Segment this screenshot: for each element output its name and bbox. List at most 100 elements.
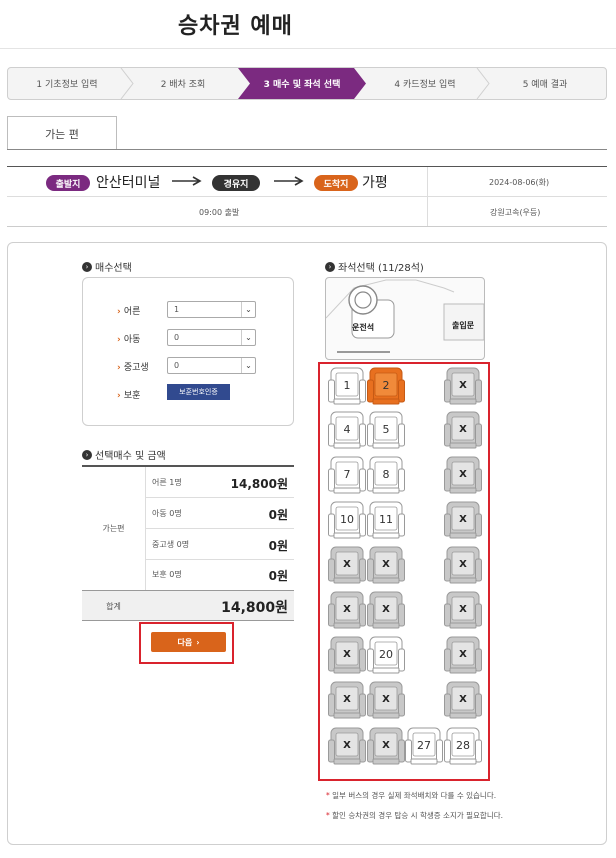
fare-direction: 가는편 [102, 524, 125, 533]
step-4: 4 카드정보 입력 [394, 80, 456, 90]
seat-number: 27 [417, 738, 431, 752]
route-column-divider [427, 167, 428, 226]
seat-unavailable: X [444, 545, 482, 585]
seat-unavailable: X [444, 500, 482, 540]
seat-number: 2 [382, 378, 390, 392]
page-title: 승차권 예매 [178, 14, 293, 39]
seat-available[interactable]: 28 [444, 726, 482, 766]
seat-unavailable: X [328, 545, 366, 585]
seat-available[interactable]: 1 [328, 366, 366, 406]
seat-available[interactable]: 20 [367, 635, 405, 675]
via-badge: 경유지 [212, 175, 260, 191]
seat-available[interactable]: 8 [367, 455, 405, 495]
seat-number: X [343, 739, 351, 751]
adult-label: 어른 [117, 304, 141, 317]
seat-number: 20 [379, 647, 393, 661]
seat-unavailable: X [444, 680, 482, 720]
seat-section-title: › 좌석선택 (11/28석) [325, 259, 424, 274]
seat-unavailable: X [328, 726, 366, 766]
seat-unavailable: X [444, 455, 482, 495]
fare-total-label: 합계 [106, 602, 121, 611]
seat-number: X [343, 693, 351, 705]
student-count-select[interactable]: 0 ⌄ [167, 357, 256, 374]
seat-number: X [343, 558, 351, 570]
door-label: 출입문 [452, 321, 475, 330]
departure-date: 2024-08-06(화) [489, 178, 550, 187]
chevron-right-icon: › [82, 449, 92, 460]
seat-number: X [459, 379, 467, 391]
seat-unavailable: X [444, 410, 482, 450]
seat-number: 10 [340, 512, 354, 526]
step-5: 5 예매 결과 [522, 80, 568, 90]
seat-number: X [459, 558, 467, 570]
seat-available[interactable]: 7 [328, 455, 366, 495]
child-count-select[interactable]: 0 ⌄ [167, 329, 256, 346]
route-mid-border [7, 196, 607, 197]
seat-number: X [459, 693, 467, 705]
student-label: 중고생 [117, 360, 149, 373]
passenger-box [82, 277, 294, 426]
veteran-verify-button[interactable]: 보훈번호인증 [167, 384, 230, 400]
step-1: 1 기초정보 입력 [36, 80, 98, 90]
fare-adult-amount: 14,800원 [230, 477, 288, 491]
departure-time: 09:00 출발 [199, 208, 240, 217]
seat-number: X [343, 648, 351, 660]
fare-row-divider [145, 497, 294, 498]
seat-number: 28 [456, 738, 470, 752]
seat-selected[interactable]: 2 [367, 366, 405, 406]
child-label: 아동 [117, 332, 141, 345]
route-bottom-border [7, 226, 607, 227]
departure-badge: 출발지 [46, 175, 90, 191]
seat-unavailable: X [367, 590, 405, 630]
adult-count-value: 1 [174, 305, 180, 314]
seat-unavailable: X [367, 680, 405, 720]
chevron-down-icon: ⌄ [241, 330, 255, 345]
departure-place: 안산터미널 [96, 175, 161, 191]
next-button[interactable]: 다음 › [151, 632, 226, 652]
seat-unavailable: X [367, 726, 405, 766]
fare-student-label: 중고생 0명 [152, 540, 190, 549]
seat-number: X [459, 468, 467, 480]
seat-available[interactable]: 5 [367, 410, 405, 450]
arrow-right-icon [274, 176, 304, 186]
veteran-label: 보훈 [117, 388, 141, 401]
seat-unavailable: X [328, 635, 366, 675]
arrival-place: 가평 [362, 175, 388, 191]
student-count-value: 0 [174, 361, 180, 370]
seat-number: 8 [382, 467, 390, 481]
seat-available[interactable]: 4 [328, 410, 366, 450]
seat-number: X [459, 648, 467, 660]
progress-steps: 1 기초정보 입력 2 배차 조회 3 매수 및 좌석 선택 4 카드정보 입력… [7, 67, 607, 100]
passenger-section-title: › 매수선택 [82, 259, 132, 274]
title-divider [0, 48, 616, 49]
chevron-right-icon: › [82, 261, 92, 272]
fare-total-amount: 14,800원 [221, 600, 288, 616]
seat-number: 5 [382, 422, 390, 436]
fare-section-label: 선택매수 및 금액 [95, 451, 166, 462]
seat-number: X [459, 603, 467, 615]
fare-row-divider [145, 559, 294, 560]
seat-number: X [343, 603, 351, 615]
seat-unavailable: X [328, 590, 366, 630]
seat-number: X [459, 423, 467, 435]
child-count-value: 0 [174, 333, 180, 342]
seat-number: X [382, 739, 390, 751]
next-button-label: 다음 [177, 637, 193, 647]
fare-veteran-amount: 0원 [268, 569, 288, 583]
fare-child-amount: 0원 [268, 508, 288, 522]
driver-area-icon [326, 279, 484, 353]
fare-table-top-border [82, 465, 294, 467]
passenger-section-label: 매수선택 [95, 263, 132, 274]
seat-unavailable: X [444, 366, 482, 406]
tab-outbound[interactable]: 가는 편 [7, 116, 117, 150]
adult-count-select[interactable]: 1 ⌄ [167, 301, 256, 318]
seat-number: X [382, 558, 390, 570]
fare-adult-label: 어른 1명 [152, 478, 182, 487]
seat-available[interactable]: 27 [405, 726, 443, 766]
seat-available[interactable]: 10 [328, 500, 366, 540]
seat-available[interactable]: 11 [367, 500, 405, 540]
seat-number: 11 [379, 512, 393, 526]
step-3-active: 3 매수 및 좌석 선택 [238, 68, 366, 99]
chevron-right-icon: › [325, 261, 335, 272]
fare-section-title: › 선택매수 및 금액 [82, 447, 166, 462]
